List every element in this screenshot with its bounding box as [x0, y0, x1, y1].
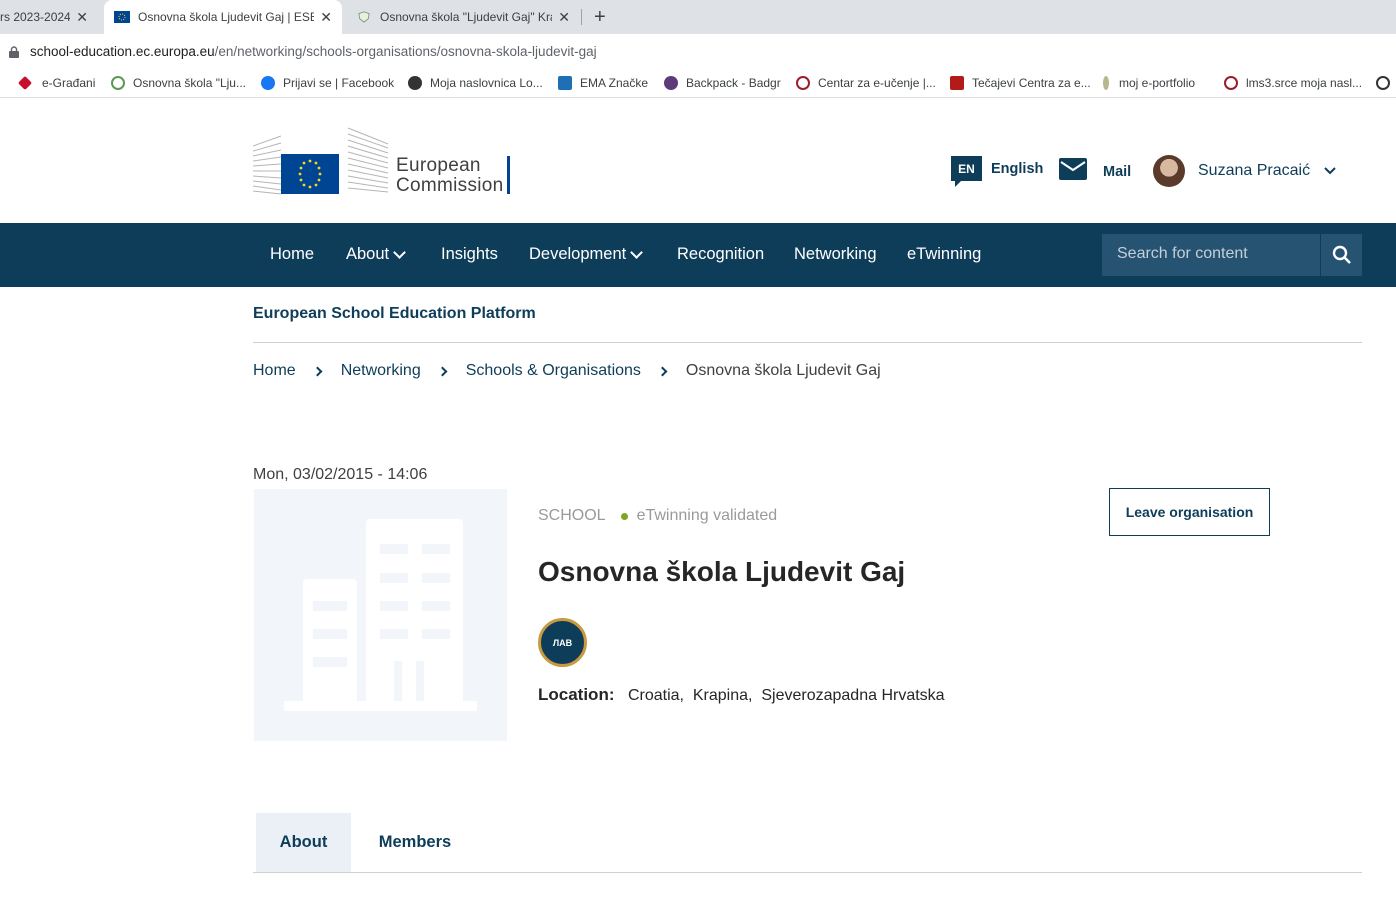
bookmark-icon: [1224, 76, 1238, 90]
leave-organisation-button[interactable]: Leave organisation: [1109, 488, 1270, 536]
close-tab-icon[interactable]: ✕: [76, 9, 88, 26]
platform-title[interactable]: European School Education Platform: [253, 305, 536, 323]
building-icon: [284, 519, 477, 711]
search-input[interactable]: Search for content: [1102, 234, 1320, 276]
bookmark-icon: [558, 76, 572, 90]
breadcrumb-schools[interactable]: Schools & Organisations: [466, 362, 641, 380]
bookmark-item[interactable]: moj e-portfolio: [1103, 76, 1195, 90]
chevron-right-icon: [657, 366, 668, 376]
bookmark-icon: [17, 75, 33, 91]
bookmark-overflow-icon[interactable]: [1376, 76, 1396, 90]
organisation-type: SCHOOL eTwinning validated: [538, 507, 777, 525]
bookmark-item[interactable]: lms3.srce moja nasl...: [1224, 76, 1362, 90]
facebook-icon: [261, 76, 275, 90]
nav-networking[interactable]: Networking: [794, 245, 877, 264]
divider: [253, 342, 1362, 343]
tab-about[interactable]: About: [256, 813, 351, 872]
location-label: Location:: [538, 685, 615, 704]
mail-icon: [1059, 158, 1087, 180]
url-text[interactable]: school-education.ec.europa.eu/en/network…: [30, 44, 597, 59]
browser-tab[interactable]: rs 2023-2024 | ✕: [0, 0, 98, 34]
browser-tab-strip: rs 2023-2024 | ✕ Osnovna škola Ljudevit …: [0, 0, 1396, 34]
browser-tab-active[interactable]: Osnovna škola Ljudevit Gaj | ESEP ✕: [104, 0, 342, 34]
nav-insights[interactable]: Insights: [441, 245, 498, 264]
tab-separator: [581, 9, 582, 25]
breadcrumb-networking[interactable]: Networking: [341, 362, 421, 380]
avatar: [1153, 155, 1185, 187]
bookmark-item[interactable]: Tečajevi Centra za e...: [950, 76, 1091, 90]
close-tab-icon[interactable]: ✕: [558, 9, 570, 26]
logo-text: European Commission: [396, 155, 504, 196]
page-tabs: About Members: [253, 813, 1362, 873]
nav-home[interactable]: Home: [270, 245, 314, 264]
chevron-right-icon: [312, 366, 323, 376]
bookmark-icon: [408, 76, 422, 90]
nav-development[interactable]: Development: [529, 245, 644, 264]
tab-members[interactable]: Members: [365, 813, 465, 872]
breadcrumb-home[interactable]: Home: [253, 362, 296, 380]
location: Location: Croatia, Krapina, Sjeverozapad…: [538, 685, 945, 705]
address-bar[interactable]: school-education.ec.europa.eu/en/network…: [0, 34, 1396, 70]
lock-icon: [9, 46, 19, 58]
bookmark-item[interactable]: Centar za e-učenje |...: [796, 76, 936, 90]
language-selector[interactable]: EN English: [951, 156, 1044, 187]
mail-link[interactable]: Mail: [1059, 158, 1131, 180]
mail-label: Mail: [1103, 164, 1132, 180]
location-value: Croatia, Krapina, Sjeverozapadna Hrvatsk…: [627, 687, 945, 704]
browser-tab[interactable]: Osnovna škola "Ljudevit Gaj" Krap ✕: [346, 0, 580, 34]
organisation-image-placeholder: [254, 489, 507, 741]
language-icon: EN: [951, 156, 982, 187]
bookmark-item[interactable]: e-Građani: [17, 75, 95, 91]
new-tab-icon[interactable]: +: [594, 6, 606, 29]
school-shield-icon: [358, 11, 370, 23]
bookmark-icon: [950, 76, 964, 90]
bookmark-item[interactable]: Backpack - Badgr: [664, 76, 781, 90]
nav-about[interactable]: About: [346, 245, 406, 264]
eu-flag-icon: [114, 11, 130, 23]
breadcrumb: Home Networking Schools & Organisations …: [253, 362, 881, 380]
created-date: Mon, 03/02/2015 - 14:06: [253, 466, 428, 483]
organisation-name: Osnovna škola Ljudevit Gaj: [538, 556, 906, 587]
bookmark-icon: [664, 76, 678, 90]
bookmark-icon: [796, 76, 810, 90]
close-tab-icon[interactable]: ✕: [320, 9, 332, 26]
bookmark-icon: [111, 76, 125, 90]
bookmark-icon: [1103, 76, 1109, 90]
chevron-down-icon: [1324, 164, 1336, 178]
chevron-down-icon: [393, 245, 406, 259]
chevron-down-icon: [630, 245, 644, 259]
bookmarks-bar: e-Građani Osnovna škola "Lju... Prijavi …: [0, 70, 1396, 98]
user-name: Suzana Pracaić: [1198, 162, 1311, 179]
bookmark-item[interactable]: EMA Značke: [558, 76, 648, 90]
bookmark-item[interactable]: Moja naslovnica Lo...: [408, 76, 543, 90]
bookmark-item[interactable]: Prijavi se | Facebook: [261, 76, 394, 90]
search-icon: [1332, 245, 1351, 264]
user-menu[interactable]: Suzana Pracaić: [1153, 155, 1336, 187]
nav-recognition[interactable]: Recognition: [677, 245, 764, 264]
bookmark-item[interactable]: Osnovna škola "Lju...: [111, 76, 246, 90]
chevron-right-icon: [437, 366, 448, 376]
organisation-badge-icon: ЛАВ: [538, 618, 587, 667]
search-button[interactable]: [1320, 234, 1362, 276]
validation-status: eTwinning validated: [636, 507, 778, 524]
type-label: SCHOOL: [538, 507, 606, 524]
breadcrumb-current: Osnovna škola Ljudevit Gaj: [685, 362, 881, 379]
language-label: English: [991, 160, 1044, 177]
nav-etwinning[interactable]: eTwinning: [907, 245, 981, 264]
validated-dot-icon: [620, 512, 628, 520]
